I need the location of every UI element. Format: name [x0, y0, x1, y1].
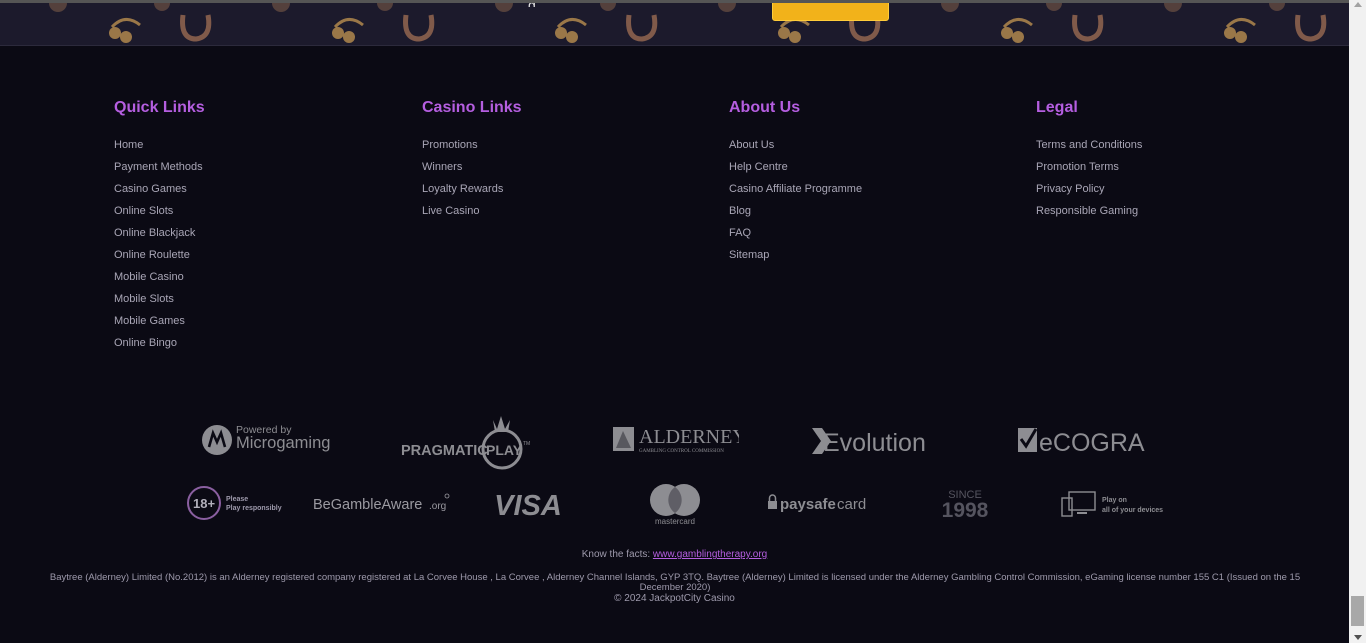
age-text: 18+ [193, 496, 215, 511]
age-line2: Play responsibly [226, 505, 282, 512]
footer-link[interactable]: Promotions [422, 138, 702, 160]
slot-pattern-background [49, 3, 1327, 43]
footer-link[interactable]: Blog [729, 204, 1009, 226]
alderney-logo[interactable]: ALDERNEY GAMBLING CONTROL COMMISSION [611, 424, 739, 456]
alderney-crest-icon: ALDERNEY GAMBLING CONTROL COMMISSION [613, 426, 739, 454]
know-the-facts: Know the facts: www.gamblingtherapy.org [0, 549, 1349, 560]
scroll-thumb[interactable] [1351, 596, 1364, 626]
footer-column-quick-links: Quick Links Home Payment Methods Casino Ga… [114, 99, 394, 358]
footer-link[interactable]: Casino Affiliate Programme [729, 182, 1009, 204]
play-responsibly-badge[interactable]: 18+ Please Play responsibly [186, 484, 286, 522]
pragmatic-play-mark-icon: PRAGMATIC PLAY TM [401, 416, 530, 470]
cherry-horseshoe-icon [272, 3, 435, 43]
begambleaware-logo[interactable]: BeGambleAware .org [312, 490, 452, 516]
footer-link[interactable]: Payment Methods [114, 160, 394, 182]
footer-link[interactable]: Responsible Gaming [1036, 204, 1316, 226]
column-heading: Casino Links [422, 99, 522, 116]
evolution-text: Evolution [823, 429, 926, 457]
cherry-horseshoe-icon [49, 3, 212, 43]
legal-disclaimer: Baytree (Alderney) Limited (No.2012) is … [49, 572, 1301, 593]
cherry-horseshoe-icon [1164, 3, 1327, 43]
since-1998-badge: SINCE 1998 [928, 486, 1002, 522]
footer-link[interactable]: Home [114, 138, 394, 160]
begambleaware-text: BeGambleAware [313, 497, 422, 513]
footer-link[interactable]: About Us [729, 138, 1009, 160]
evolution-mark-icon: Evolution [812, 428, 926, 457]
link-list: Home Payment Methods Casino Games Online Sl… [114, 138, 394, 358]
cherry-horseshoe-icon [495, 3, 658, 43]
footer-link[interactable]: Terms and Conditions [1036, 138, 1316, 160]
paysafe-text: paysafe [780, 496, 836, 513]
paysafe-card-text: card [837, 496, 866, 513]
footer-column-about-us: About Us About Us Help Centre Casino Affil… [729, 99, 1009, 270]
footer-link[interactable]: Online Roulette [114, 248, 394, 270]
footer-link[interactable]: Online Bingo [114, 336, 394, 358]
mastercard-logo[interactable]: mastercard [644, 482, 706, 528]
since-badge-graphic: SINCE 1998 [942, 489, 989, 522]
copyright: © 2024 JackpotCity Casino [614, 593, 735, 604]
paysafecard-logo[interactable]: paysafe card [764, 490, 879, 516]
footer-link[interactable]: Live Casino [422, 204, 702, 226]
footer-column-casino-links: Casino Links Promotions Winners Loyalty Re… [422, 99, 702, 226]
visa-logo[interactable]: VISA [488, 487, 568, 521]
devices-line1: Play on [1102, 497, 1127, 504]
pragmatic-tm-text: TM [523, 441, 530, 447]
column-heading: Quick Links [114, 99, 205, 116]
visa-text: VISA [494, 490, 562, 521]
play-on-all-devices-badge: Play on all of your devices [1060, 489, 1170, 521]
microgaming-logo[interactable]: Powered by Microgaming [200, 418, 332, 460]
begambleaware-mark-icon: BeGambleAware .org [313, 493, 450, 513]
mastercard-text: mastercard [655, 517, 695, 526]
footer-link[interactable]: FAQ [729, 226, 1009, 248]
scroll-up-arrow-icon[interactable] [1354, 2, 1362, 7]
banner-title: g [528, 3, 544, 7]
promo-banner: g [0, 0, 1349, 46]
pragmatic-play-text: PLAY [486, 442, 523, 458]
column-heading: Legal [1036, 99, 1078, 116]
mastercard-circles-icon: mastercard [650, 484, 700, 526]
visa-card-icon: VISA [494, 490, 562, 521]
link-list: Terms and Conditions Promotion Terms Priva… [1036, 138, 1316, 226]
footer-column-legal: Legal Terms and Conditions Promotion Term… [1036, 99, 1316, 226]
footer-link[interactable]: Loyalty Rewards [422, 182, 702, 204]
footer-link[interactable]: Mobile Casino [114, 270, 394, 292]
link-list: About Us Help Centre Casino Affiliate Prog… [729, 138, 1009, 270]
page-scrollbar[interactable] [1349, 0, 1366, 643]
paysafecard-lock-icon: paysafe card [768, 494, 866, 513]
footer-link[interactable]: Winners [422, 160, 702, 182]
devices-line2: all of your devices [1102, 507, 1163, 514]
footer-link[interactable]: Privacy Policy [1036, 182, 1316, 204]
banner-cta-button[interactable] [772, 3, 889, 21]
gambling-therapy-link[interactable]: www.gamblingtherapy.org [653, 549, 767, 560]
footer-link[interactable]: Online Blackjack [114, 226, 394, 248]
footer-link[interactable]: Sitemap [729, 248, 1009, 270]
scroll-down-arrow-icon[interactable] [1354, 635, 1362, 640]
evolution-logo[interactable]: Evolution [810, 421, 950, 461]
begambleaware-suffix: .org [429, 501, 446, 512]
footer-link[interactable]: Mobile Games [114, 314, 394, 336]
cherry-horseshoe-icon [941, 3, 1104, 43]
footer-link[interactable]: Promotion Terms [1036, 160, 1316, 182]
age-18-icon: 18+ Please Play responsibly [187, 486, 282, 520]
devices-icon: Play on all of your devices [1061, 491, 1163, 517]
footer-link[interactable]: Help Centre [729, 160, 1009, 182]
ecogra-logo[interactable]: eCOGRA [1014, 421, 1154, 461]
alderney-sub-text: GAMBLING CONTROL COMMISSION [639, 449, 724, 454]
microgaming-big-text: Microgaming [236, 434, 330, 452]
footer-link[interactable]: Casino Games [114, 182, 394, 204]
facts-label: Know the facts: [581, 549, 653, 560]
pragmatic-play-logo[interactable]: PRAGMATIC PLAY TM [400, 410, 540, 472]
ecogra-check-icon: eCOGRA [1018, 428, 1145, 457]
footer-link[interactable]: Mobile Slots [114, 292, 394, 314]
age-line1: Please [226, 496, 248, 503]
since-year: 1998 [942, 499, 989, 522]
link-list: Promotions Winners Loyalty Rewards Live Cas… [422, 138, 702, 226]
footer-link[interactable]: Online Slots [114, 204, 394, 226]
pragmatic-text: PRAGMATIC [401, 443, 488, 459]
microgaming-mark-icon: Powered by Microgaming [202, 424, 330, 455]
column-heading: About Us [729, 99, 801, 116]
alderney-text: ALDERNEY [639, 426, 739, 448]
ecogra-text: eCOGRA [1039, 429, 1145, 457]
